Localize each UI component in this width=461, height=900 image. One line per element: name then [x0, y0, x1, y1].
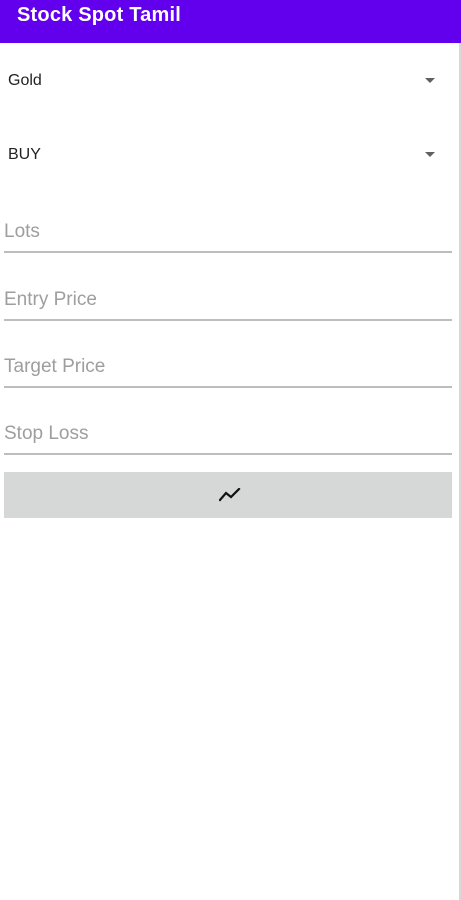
lots-input[interactable]	[4, 207, 452, 251]
lots-field	[4, 207, 452, 253]
target-price-field	[4, 342, 452, 388]
stop-loss-field	[4, 409, 452, 455]
app-title: Stock Spot Tamil	[17, 4, 181, 26]
stop-loss-input[interactable]	[4, 409, 452, 453]
trending-up-icon	[219, 488, 241, 502]
dropdown-arrow-icon	[425, 78, 435, 83]
target-price-input[interactable]	[4, 342, 452, 386]
app-bar: Stock Spot Tamil	[0, 0, 461, 43]
entry-price-field	[4, 275, 452, 321]
entry-price-input[interactable]	[4, 275, 452, 319]
trade-type-selected-value: BUY	[8, 146, 41, 163]
calculate-button[interactable]	[4, 472, 452, 518]
trade-type-dropdown[interactable]: BUY	[0, 135, 459, 175]
commodity-selected-value: Gold	[8, 72, 42, 89]
dropdown-arrow-icon	[425, 152, 435, 157]
commodity-dropdown[interactable]: Gold	[0, 61, 459, 101]
calculator-form: Gold BUY	[0, 43, 461, 900]
